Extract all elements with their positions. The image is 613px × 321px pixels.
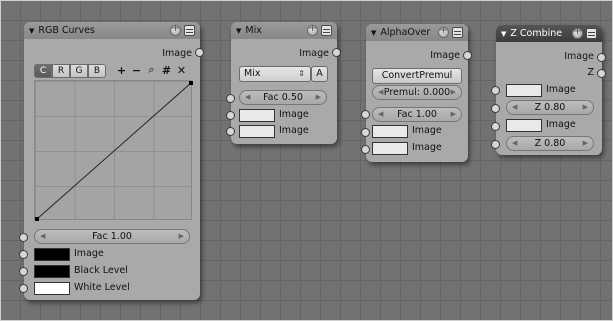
z-combine-header[interactable]: ▼ Z Combine	[496, 25, 602, 42]
curve-point-end[interactable]	[189, 81, 193, 85]
output-label-image: Image	[430, 50, 460, 61]
rgb-curves-output-socket[interactable]	[195, 48, 204, 57]
remove-icon[interactable]: −	[131, 64, 142, 77]
output-label-image: Image	[162, 48, 192, 59]
input-label-image-1: Image	[546, 84, 576, 95]
curve-point-start[interactable]	[35, 217, 39, 221]
z-combine-image-2-socket[interactable]	[491, 122, 500, 131]
node-options-icon[interactable]	[438, 25, 449, 38]
z2-value: Z 0.80	[534, 138, 566, 149]
input-label-image-2: Image	[546, 119, 576, 130]
node-title: AlphaOver	[380, 27, 431, 38]
mix-output-socket[interactable]	[332, 48, 341, 57]
close-icon[interactable]: ✕	[176, 64, 187, 77]
rgb-curves-black-socket[interactable]	[19, 267, 28, 276]
z2-slider[interactable]: ◀ Z 0.80 ▶	[506, 136, 594, 151]
node-menu-icon[interactable]	[452, 27, 463, 38]
node-menu-icon[interactable]	[184, 25, 195, 36]
fac-value: Fac 1.00	[397, 109, 437, 120]
collapse-triangle-icon[interactable]: ▼	[371, 29, 376, 37]
node-options-icon[interactable]	[572, 26, 583, 39]
z-combine-z1-socket[interactable]	[491, 104, 500, 113]
fac-slider[interactable]: ◀ Fac 0.50 ▶	[239, 90, 327, 105]
mix-node[interactable]: ▼ Mix Image Mix ⇕ A ◀ Fac 0.50 ▶ Image I…	[231, 22, 337, 144]
mix-image-1-socket[interactable]	[226, 111, 235, 120]
rgb-curves-white-socket[interactable]	[19, 284, 28, 293]
blend-mode-value: Mix	[244, 68, 261, 79]
alpha-over-header[interactable]: ▼ AlphaOver	[366, 24, 468, 41]
tab-combined[interactable]: C	[34, 64, 52, 78]
input-label-image-2: Image	[279, 125, 309, 136]
tab-green[interactable]: G	[70, 64, 88, 78]
channel-tabs: C R G B	[34, 64, 106, 78]
image-2-swatch[interactable]	[506, 119, 542, 132]
mix-image-2-socket[interactable]	[226, 127, 235, 136]
z-combine-image-1-socket[interactable]	[491, 86, 500, 95]
input-label-white-level: White Level	[74, 282, 130, 293]
alpha-over-node[interactable]: ▼ AlphaOver Image ConvertPremul ◀ Premul…	[366, 24, 468, 162]
input-label-image-2: Image	[412, 142, 442, 153]
curve-graph[interactable]	[34, 80, 193, 221]
node-title: Z Combine	[510, 28, 563, 39]
z1-slider[interactable]: ◀ Z 0.80 ▶	[506, 100, 594, 115]
alpha-over-image-2-socket[interactable]	[361, 145, 370, 154]
white-level-swatch[interactable]	[34, 282, 70, 295]
blend-mode-select[interactable]: Mix ⇕	[239, 66, 311, 82]
rgb-curves-fac-socket[interactable]	[19, 233, 28, 242]
image-2-swatch[interactable]	[372, 142, 408, 155]
z-combine-node[interactable]: ▼ Z Combine Image Z Image ◀ Z 0.80 ▶ Ima…	[496, 25, 602, 155]
premul-value: Premul: 0.000	[383, 87, 451, 98]
curve-tools: + − ⌕ # ✕	[116, 63, 187, 77]
output-label-image: Image	[564, 51, 594, 62]
use-alpha-button[interactable]: A	[311, 66, 328, 82]
node-menu-icon[interactable]	[586, 28, 597, 39]
node-menu-icon[interactable]	[321, 25, 332, 36]
node-options-icon[interactable]	[307, 23, 318, 36]
image-2-swatch[interactable]	[239, 125, 275, 138]
convert-premul-button[interactable]: ConvertPremul	[372, 68, 462, 84]
rgb-curves-image-socket[interactable]	[19, 250, 28, 259]
node-title: Mix	[245, 25, 262, 36]
image-1-swatch[interactable]	[372, 125, 408, 138]
image-1-swatch[interactable]	[239, 109, 275, 122]
fac-slider[interactable]: ◀ Fac 1.00 ▶	[34, 229, 190, 244]
input-label-image-1: Image	[279, 109, 309, 120]
input-label-image-1: Image	[412, 125, 442, 136]
fac-value: Fac 0.50	[263, 92, 303, 103]
node-title: RGB Curves	[38, 25, 95, 36]
image-1-swatch[interactable]	[506, 84, 542, 97]
output-label-z: Z	[587, 67, 594, 78]
rgb-curves-node[interactable]: ▼ RGB Curves Image C R G B + − ⌕ # ✕ ◀ F…	[24, 22, 200, 300]
output-label-image: Image	[299, 48, 329, 59]
tab-red[interactable]: R	[52, 64, 70, 78]
z-combine-z2-socket[interactable]	[491, 140, 500, 149]
node-options-icon[interactable]	[170, 23, 181, 36]
alpha-over-image-1-socket[interactable]	[361, 128, 370, 137]
mix-fac-socket[interactable]	[226, 94, 235, 103]
tab-blue[interactable]: B	[88, 64, 106, 78]
image-color-swatch[interactable]	[34, 248, 70, 261]
input-label-image: Image	[74, 248, 104, 259]
alpha-over-output-socket[interactable]	[463, 51, 472, 60]
z-combine-image-output-socket[interactable]	[597, 53, 606, 62]
black-level-swatch[interactable]	[34, 265, 70, 278]
premul-slider[interactable]: ◀ Premul: 0.000 ▶	[372, 85, 462, 100]
fac-slider[interactable]: ◀ Fac 1.00 ▶	[372, 107, 462, 122]
grid-icon[interactable]: #	[161, 64, 172, 77]
z1-value: Z 0.80	[534, 102, 566, 113]
input-label-black-level: Black Level	[74, 265, 128, 276]
collapse-triangle-icon[interactable]: ▼	[501, 30, 506, 38]
zoom-icon[interactable]: ⌕	[146, 63, 157, 77]
collapse-triangle-icon[interactable]: ▼	[236, 27, 241, 35]
rgb-curves-header[interactable]: ▼ RGB Curves	[24, 22, 200, 39]
fac-value: Fac 1.00	[92, 231, 132, 242]
collapse-triangle-icon[interactable]: ▼	[29, 27, 34, 35]
z-combine-z-output-socket[interactable]	[597, 69, 606, 78]
mix-header[interactable]: ▼ Mix	[231, 22, 337, 39]
updown-arrows-icon: ⇕	[298, 69, 305, 78]
alpha-over-fac-socket[interactable]	[361, 110, 370, 119]
add-icon[interactable]: +	[116, 64, 127, 77]
